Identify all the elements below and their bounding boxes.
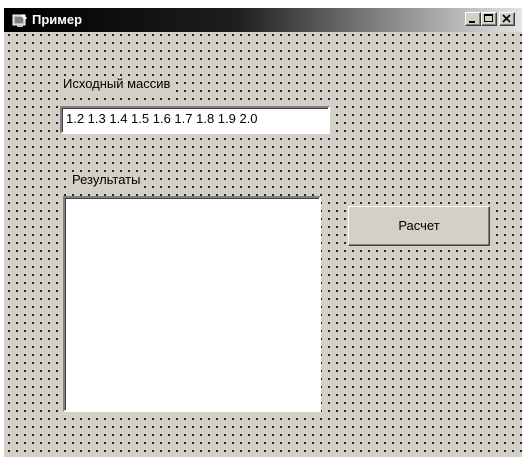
results-listbox[interactable] — [63, 196, 321, 412]
window-title: Пример — [32, 12, 83, 27]
app-icon[interactable] — [12, 12, 28, 28]
minimize-button[interactable] — [465, 12, 481, 26]
maximize-button[interactable] — [481, 12, 497, 26]
source-array-input[interactable]: 1.2 1.3 1.4 1.5 1.6 1.7 1.8 1.9 2.0 — [60, 106, 330, 134]
main-window: Пример Исходный массив 1.2 1.3 1.4 1.5 1… — [4, 8, 522, 457]
source-array-label: Исходный массив — [63, 76, 173, 92]
calculate-button[interactable]: Расчет — [348, 206, 490, 246]
results-label: Результаты — [72, 172, 143, 188]
form-client-area: Исходный массив 1.2 1.3 1.4 1.5 1.6 1.7 … — [4, 32, 522, 457]
close-button[interactable] — [499, 12, 515, 26]
title-bar[interactable]: Пример — [4, 8, 522, 32]
